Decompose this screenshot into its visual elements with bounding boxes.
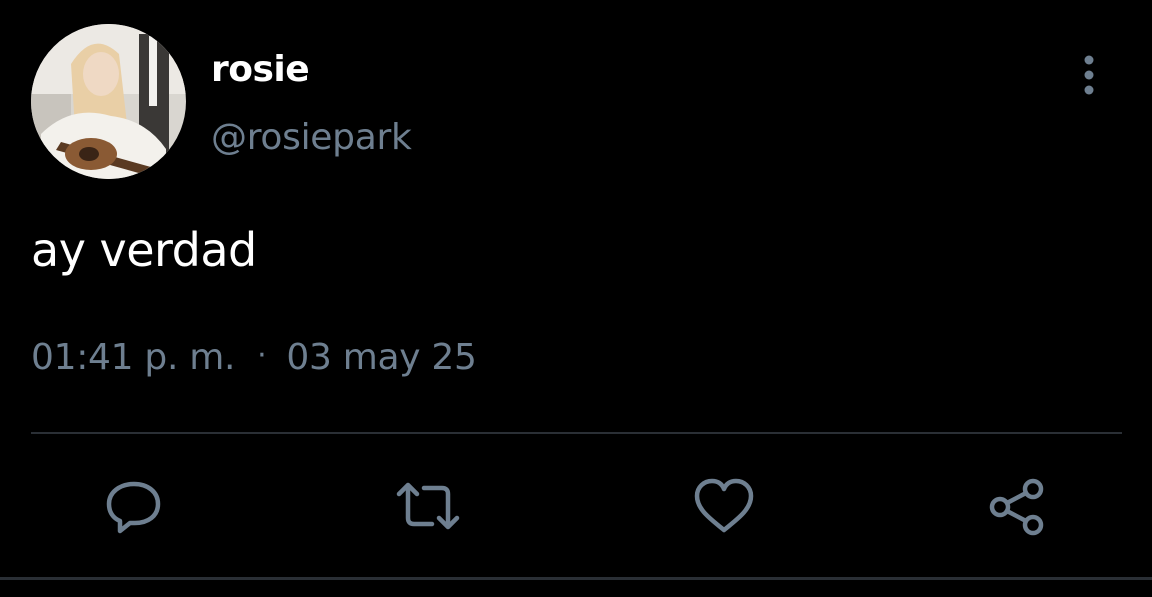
- avatar-image: [31, 24, 186, 179]
- retweet-icon: [396, 474, 460, 538]
- avatar[interactable]: [31, 24, 186, 179]
- display-name[interactable]: rosie: [211, 46, 310, 94]
- tweet-date: 03 may 25: [286, 337, 477, 378]
- like-button[interactable]: [692, 474, 756, 538]
- tweet-text: ay verdad: [31, 223, 257, 277]
- retweet-button[interactable]: [396, 474, 460, 538]
- bottom-divider: [0, 577, 1152, 580]
- user-handle[interactable]: @rosiepark: [211, 114, 412, 162]
- meta-separator: ·: [257, 338, 267, 373]
- heart-icon: [692, 474, 756, 538]
- tweet-time: 01:41 p. m.: [31, 337, 236, 378]
- more-vertical-icon: [1072, 52, 1106, 98]
- reply-button[interactable]: [102, 474, 166, 538]
- reply-icon: [102, 474, 166, 538]
- divider: [31, 432, 1122, 434]
- tweet-metadata: 01:41 p. m. · 03 may 25: [31, 334, 477, 384]
- tweet-card: rosie @rosiepark ay verdad 01:41 p. m. · 0…: [0, 0, 1152, 597]
- more-options-button[interactable]: [1072, 52, 1106, 98]
- share-button[interactable]: [986, 474, 1050, 538]
- share-icon: [986, 474, 1050, 538]
